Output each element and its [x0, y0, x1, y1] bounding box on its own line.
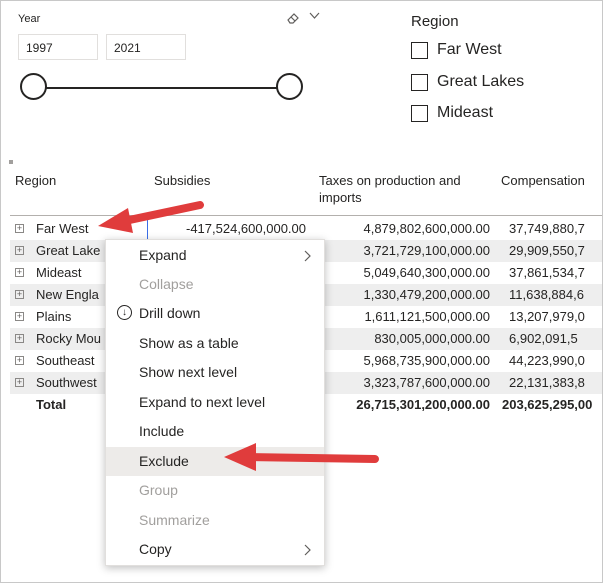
arrow-to-far-west — [98, 201, 204, 233]
arrow-to-exclude — [224, 443, 379, 471]
annotation-arrows — [98, 201, 379, 471]
